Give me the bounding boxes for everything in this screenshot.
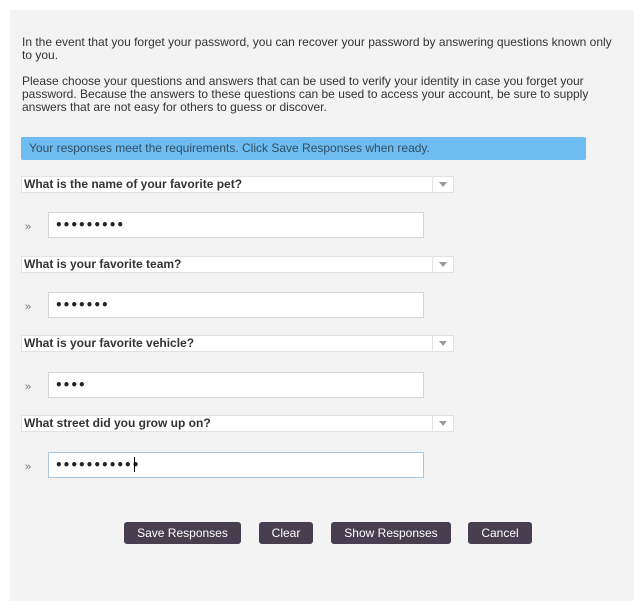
save-responses-button[interactable]: Save Responses [124, 522, 241, 544]
question-select-3[interactable]: What is your favorite vehicle? [21, 335, 454, 352]
question-select-1[interactable]: What is the name of your favorite pet? [21, 176, 454, 193]
intro-recover-text: In the event that you forget your passwo… [22, 35, 612, 62]
question-select-2[interactable]: What is your favorite team? [21, 256, 454, 273]
answer-input-4[interactable] [48, 452, 424, 478]
double-chevron-right-icon: » [25, 221, 32, 233]
chevron-down-icon[interactable] [432, 416, 453, 431]
intro-choose-text: Please choose your questions and answers… [22, 74, 589, 114]
answer-input-2[interactable] [48, 292, 424, 318]
cancel-button[interactable]: Cancel [468, 522, 532, 544]
question-select-4[interactable]: What street did you grow up on? [21, 415, 454, 432]
double-chevron-right-icon: » [25, 301, 32, 313]
answer-input-3[interactable] [48, 372, 424, 398]
answer-input-1[interactable] [48, 212, 424, 238]
clear-button[interactable]: Clear [259, 522, 313, 544]
question-select-4-value: What street did you grow up on? [24, 416, 211, 430]
chevron-down-icon[interactable] [432, 177, 453, 192]
chevron-down-icon[interactable] [432, 257, 453, 272]
text-caret [134, 457, 135, 472]
status-banner: Your responses meet the requirements. Cl… [21, 137, 586, 160]
question-select-1-value: What is the name of your favorite pet? [24, 177, 243, 191]
chevron-down-icon[interactable] [432, 336, 453, 351]
question-select-3-value: What is your favorite vehicle? [24, 336, 195, 350]
double-chevron-right-icon: » [25, 381, 32, 393]
question-select-2-value: What is your favorite team? [24, 257, 182, 271]
double-chevron-right-icon: » [25, 461, 32, 473]
show-responses-button[interactable]: Show Responses [331, 522, 451, 544]
